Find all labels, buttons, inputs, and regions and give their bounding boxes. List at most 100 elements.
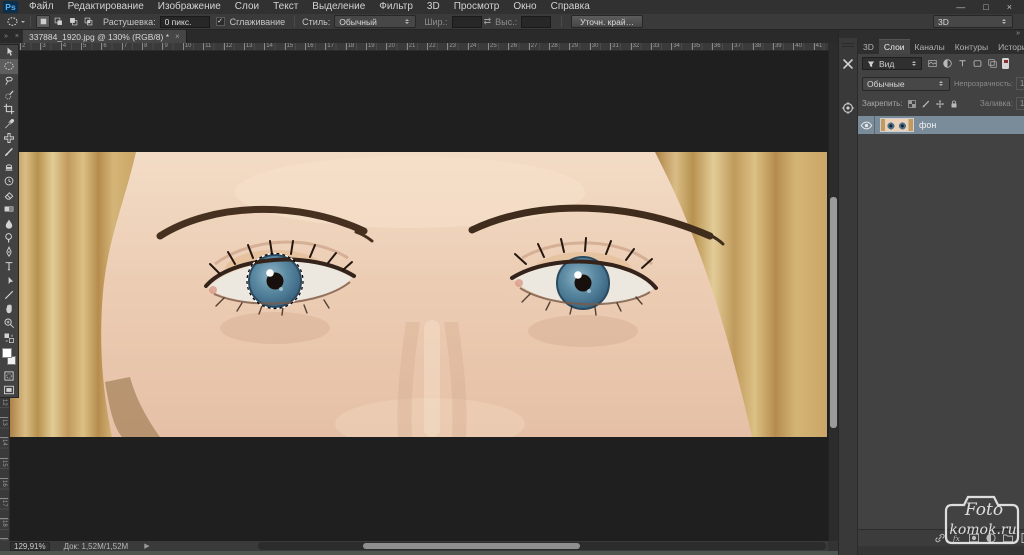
antialias-label: Сглаживание xyxy=(229,16,286,27)
menu-item[interactable]: Окно xyxy=(506,0,543,14)
menu-item[interactable]: Справка xyxy=(544,0,597,14)
fill-value-select[interactable]: 100% xyxy=(1015,97,1024,110)
panel-tab-история[interactable]: История xyxy=(993,40,1024,54)
panel-tab-3d[interactable]: 3D xyxy=(858,40,879,54)
filter-adjustment-layers-icon[interactable] xyxy=(941,57,954,70)
line-tool[interactable] xyxy=(0,288,18,302)
path-selection-tool[interactable] xyxy=(0,274,18,288)
blend-mode-select[interactable]: Обычные xyxy=(862,76,950,91)
swap-colors-mini-icon[interactable] xyxy=(0,331,18,345)
menu-item[interactable]: Фильтр xyxy=(372,0,420,14)
filter-toggle-switch[interactable] xyxy=(1002,58,1009,69)
layer-filter-select[interactable]: Вид xyxy=(862,57,922,70)
menu-item[interactable]: Редактирование xyxy=(61,0,151,14)
tab-overflow-icon[interactable]: » xyxy=(4,33,8,40)
eraser-tool[interactable] xyxy=(0,188,18,202)
lock-all-icon[interactable] xyxy=(949,98,960,109)
tab-close-icon[interactable]: × xyxy=(175,32,180,41)
foreground-background-swatches[interactable] xyxy=(0,347,19,369)
quick-mask-mode-button[interactable] xyxy=(0,369,18,383)
vertical-scrollbar-thumb[interactable] xyxy=(830,197,837,428)
add-to-selection-mode-button[interactable] xyxy=(51,15,65,28)
ruler-number: 18 xyxy=(0,518,8,527)
window-bottom-edge xyxy=(0,551,838,555)
vertical-scrollbar[interactable] xyxy=(828,51,838,541)
clone-stamp-tool[interactable] xyxy=(0,159,18,173)
lock-pixels-icon[interactable] xyxy=(921,98,932,109)
document-tab[interactable]: 337884_1920.jpg @ 130% (RGB/8) * × xyxy=(23,30,187,43)
lasso-tool[interactable] xyxy=(0,74,18,88)
status-expand-icon[interactable]: ▶ xyxy=(144,542,149,550)
layer-thumbnail[interactable] xyxy=(880,118,914,132)
menu-item[interactable]: Текст xyxy=(266,0,305,14)
ruler-number: 35 xyxy=(691,43,701,50)
lock-transparency-icon[interactable] xyxy=(907,98,918,109)
canvas-pasteboard[interactable] xyxy=(10,51,828,541)
zoom-level-input[interactable]: 129,91% xyxy=(10,541,50,551)
menu-item[interactable]: Выделение xyxy=(305,0,372,14)
move-tool[interactable] xyxy=(0,45,18,59)
layer-visibility-toggle[interactable] xyxy=(858,116,875,134)
menu-item[interactable]: 3D xyxy=(420,0,447,14)
filter-smart-objects-icon[interactable] xyxy=(986,57,999,70)
collapse-panels-icon[interactable]: » xyxy=(1016,30,1020,38)
ruler-number: 14 xyxy=(264,43,273,50)
layer-list: фон xyxy=(858,116,1024,134)
tool-presets-panel-icon[interactable] xyxy=(839,55,857,73)
tool-preset-button[interactable] xyxy=(6,15,25,28)
brush-tool[interactable] xyxy=(0,145,18,159)
elliptical-marquee-tool[interactable] xyxy=(0,59,18,74)
type-tool[interactable] xyxy=(0,259,18,273)
zoom-tool[interactable] xyxy=(0,316,18,330)
opacity-label: Непрозрачность: xyxy=(954,79,1013,88)
gradient-tool[interactable] xyxy=(0,202,18,216)
lock-position-icon[interactable] xyxy=(935,98,946,109)
filter-type-layers-icon[interactable] xyxy=(956,57,969,70)
restore-button[interactable]: □ xyxy=(983,0,988,14)
intersect-selection-mode-button[interactable] xyxy=(81,15,95,28)
menu-item[interactable]: Файл xyxy=(22,0,61,14)
filter-pixel-layers-icon[interactable] xyxy=(926,57,939,70)
minimize-button[interactable]: — xyxy=(956,0,965,14)
horizontal-scrollbar[interactable] xyxy=(258,542,826,550)
pen-tool[interactable] xyxy=(0,245,18,259)
horizontal-ruler[interactable]: 2 3 4 5 6 7 8 9 10 11 12 13 14 15 16 17 18 19 20 21 22 23 24 25… xyxy=(10,43,828,51)
screen-mode-button[interactable] xyxy=(0,383,18,397)
workspace-select[interactable]: 3D xyxy=(933,15,1013,28)
crop-tool[interactable] xyxy=(0,102,18,116)
eyedropper-tool[interactable] xyxy=(0,116,18,130)
refine-edge-button[interactable]: Уточн. край… xyxy=(571,15,644,28)
subtract-from-selection-mode-button[interactable] xyxy=(66,15,80,28)
foreground-color-swatch[interactable] xyxy=(1,347,12,358)
history-brush-tool[interactable] xyxy=(0,174,18,188)
swap-width-height-icon[interactable]: ⇄ xyxy=(484,16,492,27)
blur-tool[interactable] xyxy=(0,216,18,230)
clone-source-panel-icon[interactable] xyxy=(839,99,857,117)
close-button[interactable]: × xyxy=(1007,0,1012,14)
tab-bar-close-icon[interactable]: × xyxy=(15,33,19,40)
menu-item[interactable]: Просмотр xyxy=(447,0,507,14)
options-bar: Растушевка: 0 пикс. ✓ Сглаживание Стиль:… xyxy=(0,14,1024,30)
panel-tab-контуры[interactable]: Контуры xyxy=(950,40,993,54)
layer-row[interactable]: фон xyxy=(858,116,1024,134)
style-select[interactable]: Обычный xyxy=(334,15,417,28)
spot-healing-brush-tool[interactable] xyxy=(0,131,18,145)
menu-item[interactable]: Слои xyxy=(228,0,266,14)
opacity-value: 100% xyxy=(1019,79,1024,88)
new-selection-mode-button[interactable] xyxy=(36,15,50,28)
hand-tool[interactable] xyxy=(0,302,18,316)
photo-canvas[interactable] xyxy=(10,152,827,437)
document-tab-title: 337884_1920.jpg @ 130% (RGB/8) * xyxy=(29,31,169,42)
feather-input[interactable]: 0 пикс. xyxy=(159,15,210,28)
panel-tab-каналы[interactable]: Каналы xyxy=(910,40,950,54)
horizontal-scrollbar-thumb[interactable] xyxy=(363,543,580,549)
width-input[interactable] xyxy=(451,15,482,28)
height-input[interactable] xyxy=(521,15,552,28)
dodge-tool[interactable] xyxy=(0,231,18,245)
opacity-value-select[interactable]: 100% xyxy=(1015,77,1024,90)
menu-item[interactable]: Изображение xyxy=(151,0,228,14)
antialias-checkbox[interactable]: ✓ xyxy=(215,17,225,26)
panel-tab-слои[interactable]: Слои xyxy=(878,39,910,54)
quick-selection-tool[interactable] xyxy=(0,88,18,102)
filter-shape-layers-icon[interactable] xyxy=(971,57,984,70)
